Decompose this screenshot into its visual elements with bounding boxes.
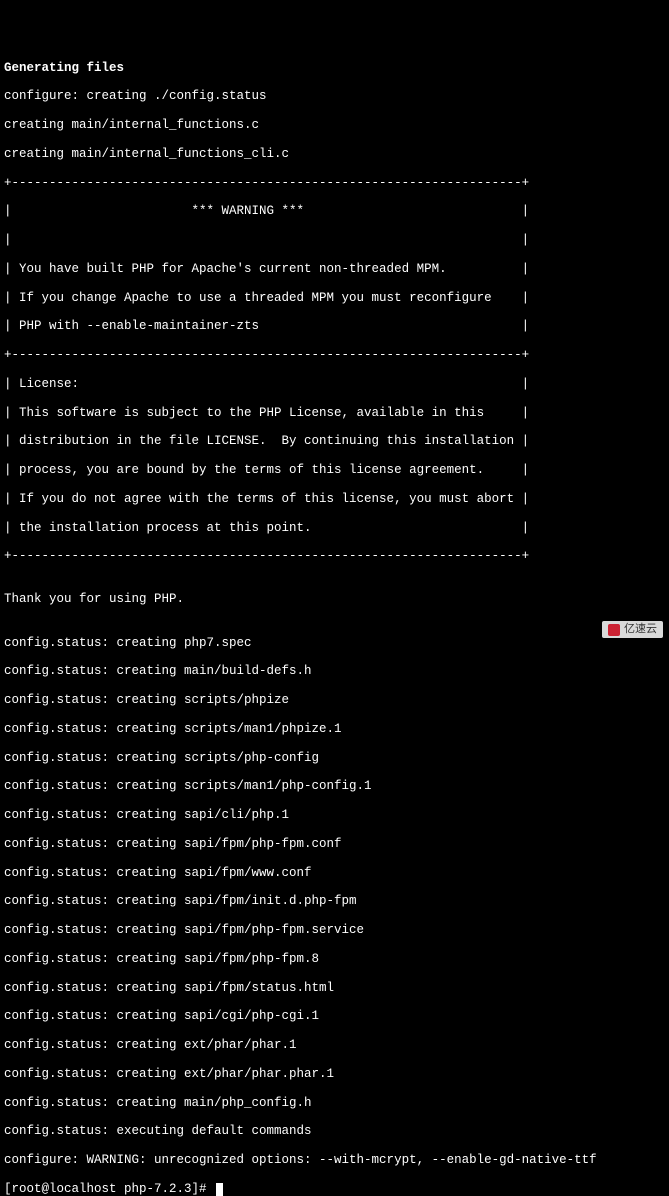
status-line: config.status: creating scripts/man1/php… [4, 722, 342, 736]
license-box-line-1: | License: | [4, 377, 529, 391]
status-line: config.status: creating php7.spec [4, 636, 252, 650]
status-line: config.status: creating sapi/cli/php.1 [4, 808, 289, 822]
warning-box-line-2: | If you change Apache to use a threaded… [4, 291, 529, 305]
license-box-line-3: | distribution in the file LICENSE. By c… [4, 434, 529, 448]
license-box-line-6: | the installation process at this point… [4, 521, 529, 535]
status-line: config.status: creating sapi/fpm/status.… [4, 981, 334, 995]
license-box-border-bottom: +---------------------------------------… [4, 549, 529, 563]
status-line: config.status: creating main/build-defs.… [4, 664, 312, 678]
warning-box-blank: | | [4, 233, 529, 247]
status-line-warning: configure: WARNING: unrecognized options… [4, 1153, 597, 1167]
status-line: config.status: creating sapi/fpm/php-fpm… [4, 837, 342, 851]
status-line: config.status: creating sapi/cgi/php-cgi… [4, 1009, 319, 1023]
watermark-badge: 亿速云 [602, 621, 663, 638]
status-line: config.status: creating main/php_config.… [4, 1096, 312, 1110]
status-line: config.status: creating scripts/php-conf… [4, 751, 319, 765]
status-line: config.status: creating scripts/man1/php… [4, 779, 372, 793]
warning-box-border-mid: +---------------------------------------… [4, 348, 529, 362]
status-line: config.status: creating sapi/fpm/php-fpm… [4, 952, 319, 966]
cursor-icon [216, 1183, 223, 1196]
line-internal-functions: creating main/internal_functions.c [4, 118, 259, 132]
warning-box-border-top: +---------------------------------------… [4, 176, 529, 190]
status-line: config.status: creating ext/phar/phar.1 [4, 1038, 297, 1052]
line-internal-functions-cli: creating main/internal_functions_cli.c [4, 147, 289, 161]
warning-box-line-3: | PHP with --enable-maintainer-zts | [4, 319, 529, 333]
line-configure-status: configure: creating ./config.status [4, 89, 267, 103]
heading-generating-files: Generating files [4, 61, 124, 75]
status-line: config.status: executing default command… [4, 1124, 312, 1138]
watermark-text: 亿速云 [624, 623, 657, 636]
thank-you-line: Thank you for using PHP. [4, 592, 184, 606]
license-box-line-2: | This software is subject to the PHP Li… [4, 406, 529, 420]
warning-box-line-1: | You have built PHP for Apache's curren… [4, 262, 529, 276]
status-line: config.status: creating sapi/fpm/www.con… [4, 866, 312, 880]
warning-box-title: | *** WARNING *** | [4, 204, 529, 218]
status-line: config.status: creating sapi/fpm/init.d.… [4, 894, 357, 908]
shell-prompt[interactable]: [root@localhost php-7.2.3]# [4, 1182, 214, 1196]
license-box-line-4: | process, you are bound by the terms of… [4, 463, 529, 477]
status-line: config.status: creating ext/phar/phar.ph… [4, 1067, 334, 1081]
status-line: config.status: creating scripts/phpize [4, 693, 289, 707]
status-line: config.status: creating sapi/fpm/php-fpm… [4, 923, 364, 937]
license-box-line-5: | If you do not agree with the terms of … [4, 492, 529, 506]
watermark-logo-icon [608, 624, 620, 636]
